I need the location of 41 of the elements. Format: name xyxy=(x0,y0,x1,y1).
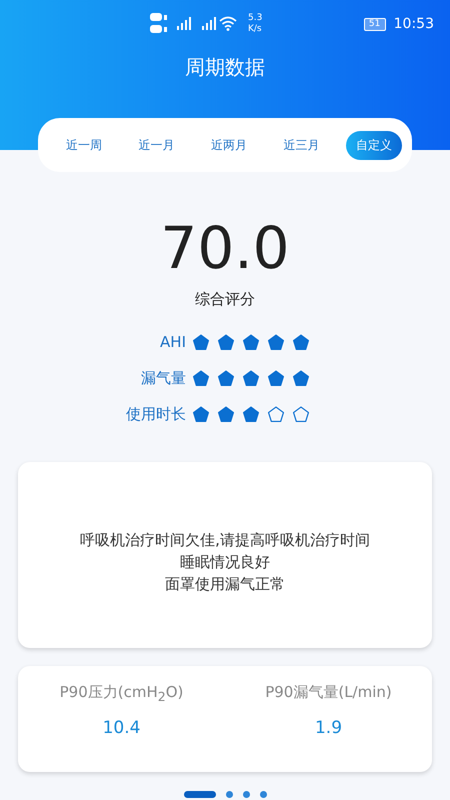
empty-pentagon-icon xyxy=(292,406,310,422)
page-indicator[interactable] xyxy=(260,791,266,798)
status-time: 10:53 xyxy=(394,16,434,32)
period-tab[interactable]: 近两月 xyxy=(201,130,257,160)
page-indicator[interactable] xyxy=(226,791,232,798)
filled-pentagon-icon xyxy=(192,406,210,422)
period-tab[interactable]: 近一周 xyxy=(56,130,112,160)
metric-value: 10.4 xyxy=(102,718,140,738)
filled-pentagon-icon xyxy=(292,334,310,350)
filled-pentagon-icon xyxy=(292,370,310,386)
speed-unit: K/s xyxy=(248,24,262,35)
filled-pentagon-icon xyxy=(242,406,260,422)
filled-pentagon-icon xyxy=(217,334,235,350)
rating-label: AHI xyxy=(159,333,186,351)
advice-text: 面罩使用漏气正常 xyxy=(165,574,285,595)
score-label: 综合评分 xyxy=(194,290,256,309)
score-value: 70.0 xyxy=(159,216,291,280)
page-indicator[interactable] xyxy=(184,791,216,798)
filled-pentagon-icon xyxy=(192,334,210,350)
filled-pentagon-icon xyxy=(267,370,285,386)
metric-value: 1.9 xyxy=(314,718,342,738)
page-title: 周期数据 xyxy=(184,54,266,81)
metric-label: P90漏气量(L/min) xyxy=(265,682,392,702)
metric-label: P90压力(cmH$_{2}$O) xyxy=(60,682,184,702)
filled-pentagon-icon xyxy=(217,406,235,422)
filled-pentagon-icon xyxy=(242,334,260,350)
period-tab[interactable]: 自定义 xyxy=(346,130,402,160)
speed-value: 5.3 xyxy=(248,13,262,24)
filled-pentagon-icon xyxy=(192,370,210,386)
filled-pentagon-icon xyxy=(242,370,260,386)
advice-text: 睡眠情况良好 xyxy=(180,552,270,573)
advice-text: 呼吸机治疗时间欠佳,请提高呼吸机治疗时间 xyxy=(80,530,370,551)
battery-icon: 51 xyxy=(364,18,386,30)
filled-pentagon-icon xyxy=(217,370,235,386)
rating-label: 漏气量 xyxy=(140,368,186,388)
page-indicator[interactable] xyxy=(242,791,250,798)
rating-label: 使用时长 xyxy=(125,404,186,424)
period-tab[interactable]: 近三月 xyxy=(274,130,330,160)
filled-pentagon-icon xyxy=(267,334,285,350)
period-tab[interactable]: 近一月 xyxy=(128,130,184,160)
empty-pentagon-icon xyxy=(267,406,285,422)
